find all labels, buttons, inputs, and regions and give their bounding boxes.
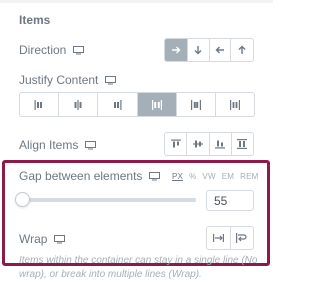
direction-label-row: Direction [19,43,85,57]
justify-end-button[interactable] [98,93,138,116]
wrap-button[interactable] [231,227,254,249]
unit-percent[interactable]: % [189,172,196,181]
align-stretch-icon [237,139,248,149]
monitor-icon[interactable] [73,45,85,55]
align-end-button[interactable] [210,133,232,155]
justify-content-control [19,92,255,117]
top-divider [0,0,273,3]
wrap-label: Wrap [19,232,48,246]
direction-label: Direction [19,43,67,57]
arrow-up-icon [237,45,247,55]
justify-content-label: Justify Content [19,73,99,87]
direction-row-reverse-button[interactable] [210,39,232,61]
no-wrap-icon [212,233,224,243]
monitor-icon[interactable] [105,75,117,85]
unit-switcher: PX % VW EM REM [172,172,259,181]
align-center-icon [192,139,203,149]
no-wrap-button[interactable] [207,227,231,249]
wrap-help-text: Items within the container can stay in a… [19,255,258,280]
justify-space-between-button[interactable] [137,93,177,116]
monitor-icon[interactable] [149,171,161,181]
align-end-icon [215,139,226,149]
wrap-control [206,226,254,250]
justify-end-icon [112,99,122,110]
gap-slider-handle[interactable] [15,192,30,207]
justify-space-evenly-button[interactable] [216,93,254,116]
direction-column-reverse-button[interactable] [231,39,253,61]
arrow-right-icon [171,45,181,55]
direction-control [164,38,254,62]
align-start-button[interactable] [165,133,188,155]
gap-label: Gap between elements [19,169,143,183]
justify-space-around-icon [190,99,201,110]
align-stretch-button[interactable] [232,133,253,155]
align-items-label-row: Align Items [19,138,97,152]
justify-content-label-row: Justify Content [19,73,117,87]
unit-px[interactable]: PX [172,172,183,181]
align-items-control [164,132,254,156]
justify-start-icon [34,99,44,110]
justify-start-button[interactable] [20,93,60,116]
wrap-icon [236,233,247,243]
section-title: Items [19,13,51,27]
arrow-left-icon [215,45,225,55]
unit-vw[interactable]: VW [202,172,215,181]
align-start-icon [170,139,181,149]
monitor-icon[interactable] [54,234,66,244]
unit-em[interactable]: EM [222,172,234,181]
unit-rem[interactable]: REM [240,172,258,181]
wrap-label-row: Wrap [19,232,66,246]
justify-center-icon [73,99,83,110]
justify-space-evenly-icon [229,99,240,110]
gap-slider-track[interactable] [19,198,196,202]
align-items-label: Align Items [19,138,79,152]
arrow-down-icon [193,45,203,55]
gap-value-input[interactable] [206,190,254,211]
monitor-icon[interactable] [85,140,97,150]
gap-label-row: Gap between elements [19,169,161,183]
direction-column-button[interactable] [188,39,210,61]
justify-center-button[interactable] [59,93,99,116]
justify-space-between-icon [151,99,162,110]
align-center-button[interactable] [187,133,210,155]
direction-row-button[interactable] [165,39,188,61]
justify-space-around-button[interactable] [177,93,216,116]
